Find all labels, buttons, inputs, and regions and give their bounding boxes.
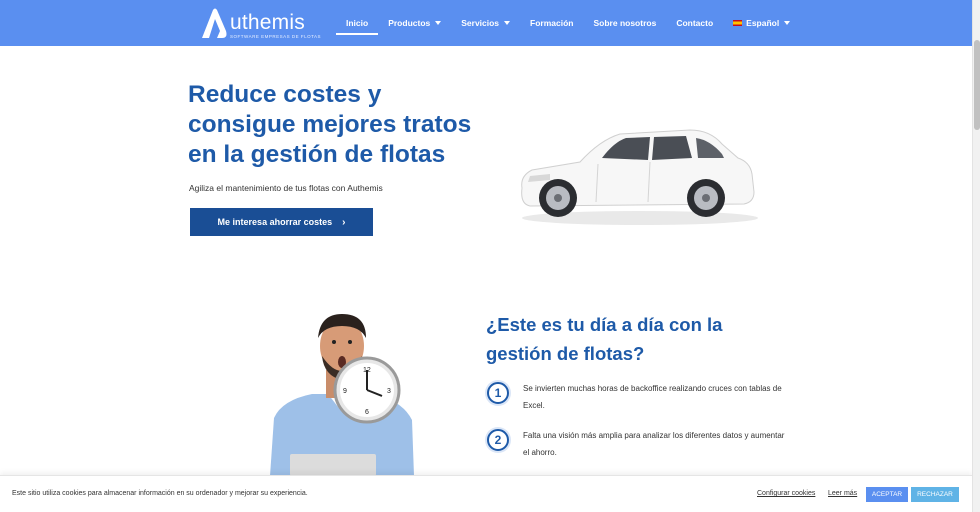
list-item: 2 Falta una visión más amplia para anali… — [487, 427, 787, 467]
caret-down-icon — [435, 21, 442, 25]
hero-subtitle: Agiliza el mantenimiento de tus flotas c… — [189, 183, 383, 193]
authemis-logo[interactable]: uthemis SOFTWARE EMPRESAS DE FLOTAS — [200, 7, 321, 41]
nav-label: Contacto — [676, 18, 714, 28]
nav-item-productos[interactable]: Productos — [378, 0, 451, 46]
white-suv-image — [521, 129, 758, 225]
nav-item-formacion[interactable]: Formación — [520, 0, 583, 46]
nav-item-inicio[interactable]: Inicio — [336, 0, 379, 46]
nav-item-contacto[interactable]: Contacto — [666, 0, 723, 46]
reject-button[interactable]: RECHAZAR — [911, 487, 959, 502]
nav-label: Sobre nosotros — [593, 18, 657, 28]
logo-a-mark — [202, 8, 227, 38]
caret-down-icon — [504, 21, 511, 25]
list-item-text: Se invierten muchas horas de backoffice … — [523, 384, 782, 410]
vertical-scrollbar[interactable] — [972, 0, 980, 512]
svg-text:3: 3 — [387, 388, 391, 395]
cookie-banner: Este sitio utiliza cookies para almacena… — [0, 475, 972, 512]
scrollbar-thumb[interactable] — [974, 40, 980, 130]
nav-label: Español — [746, 18, 780, 28]
main-nav: Inicio Productos Servicios Formación Sob… — [336, 0, 800, 46]
configure-cookies-link[interactable]: Configurar cookies — [757, 490, 815, 497]
svg-text:6: 6 — [365, 409, 369, 416]
list-item-text: Falta una visión más amplia para analiza… — [523, 431, 785, 457]
cta-button[interactable]: Me interesa ahorrar costes › — [190, 208, 373, 236]
site-header: uthemis SOFTWARE EMPRESAS DE FLOTAS Inic… — [0, 0, 972, 46]
language-selector[interactable]: Español — [723, 0, 800, 46]
nav-label: Inicio — [346, 18, 369, 28]
nav-label: Servicios — [461, 18, 500, 28]
number-badge: 2 — [487, 429, 509, 451]
nav-item-sobre-nosotros[interactable]: Sobre nosotros — [584, 0, 667, 46]
cta-label: Me interesa ahorrar costes — [217, 217, 333, 227]
svg-text:9: 9 — [343, 388, 347, 395]
caret-down-icon — [784, 21, 791, 25]
logo-text: uthemis — [230, 11, 305, 34]
hero-title: Reduce costes y consigue mejores tratos … — [188, 81, 472, 168]
logo-tagline: SOFTWARE EMPRESAS DE FLOTAS — [230, 34, 322, 39]
svg-text:12: 12 — [363, 367, 371, 374]
read-more-link[interactable]: Leer más — [828, 490, 857, 497]
nav-label: Productos — [388, 18, 431, 28]
nav-label: Formación — [530, 18, 574, 28]
page: uthemis SOFTWARE EMPRESAS DE FLOTAS Inic… — [0, 0, 980, 512]
list-item: 1 Se invierten muchas horas de backoffic… — [487, 380, 787, 420]
person-with-clock-image: 12 3 6 9 — [270, 314, 414, 476]
spain-flag-icon — [733, 20, 743, 26]
section-title: ¿Este es tu día a día con la gestión de … — [486, 314, 723, 364]
number-badge: 1 — [487, 382, 509, 404]
accept-button[interactable]: ACEPTAR — [866, 487, 908, 502]
nav-item-servicios[interactable]: Servicios — [451, 0, 520, 46]
cookie-text: Este sitio utiliza cookies para almacena… — [12, 490, 308, 497]
chevron-right-icon: › — [342, 216, 346, 228]
